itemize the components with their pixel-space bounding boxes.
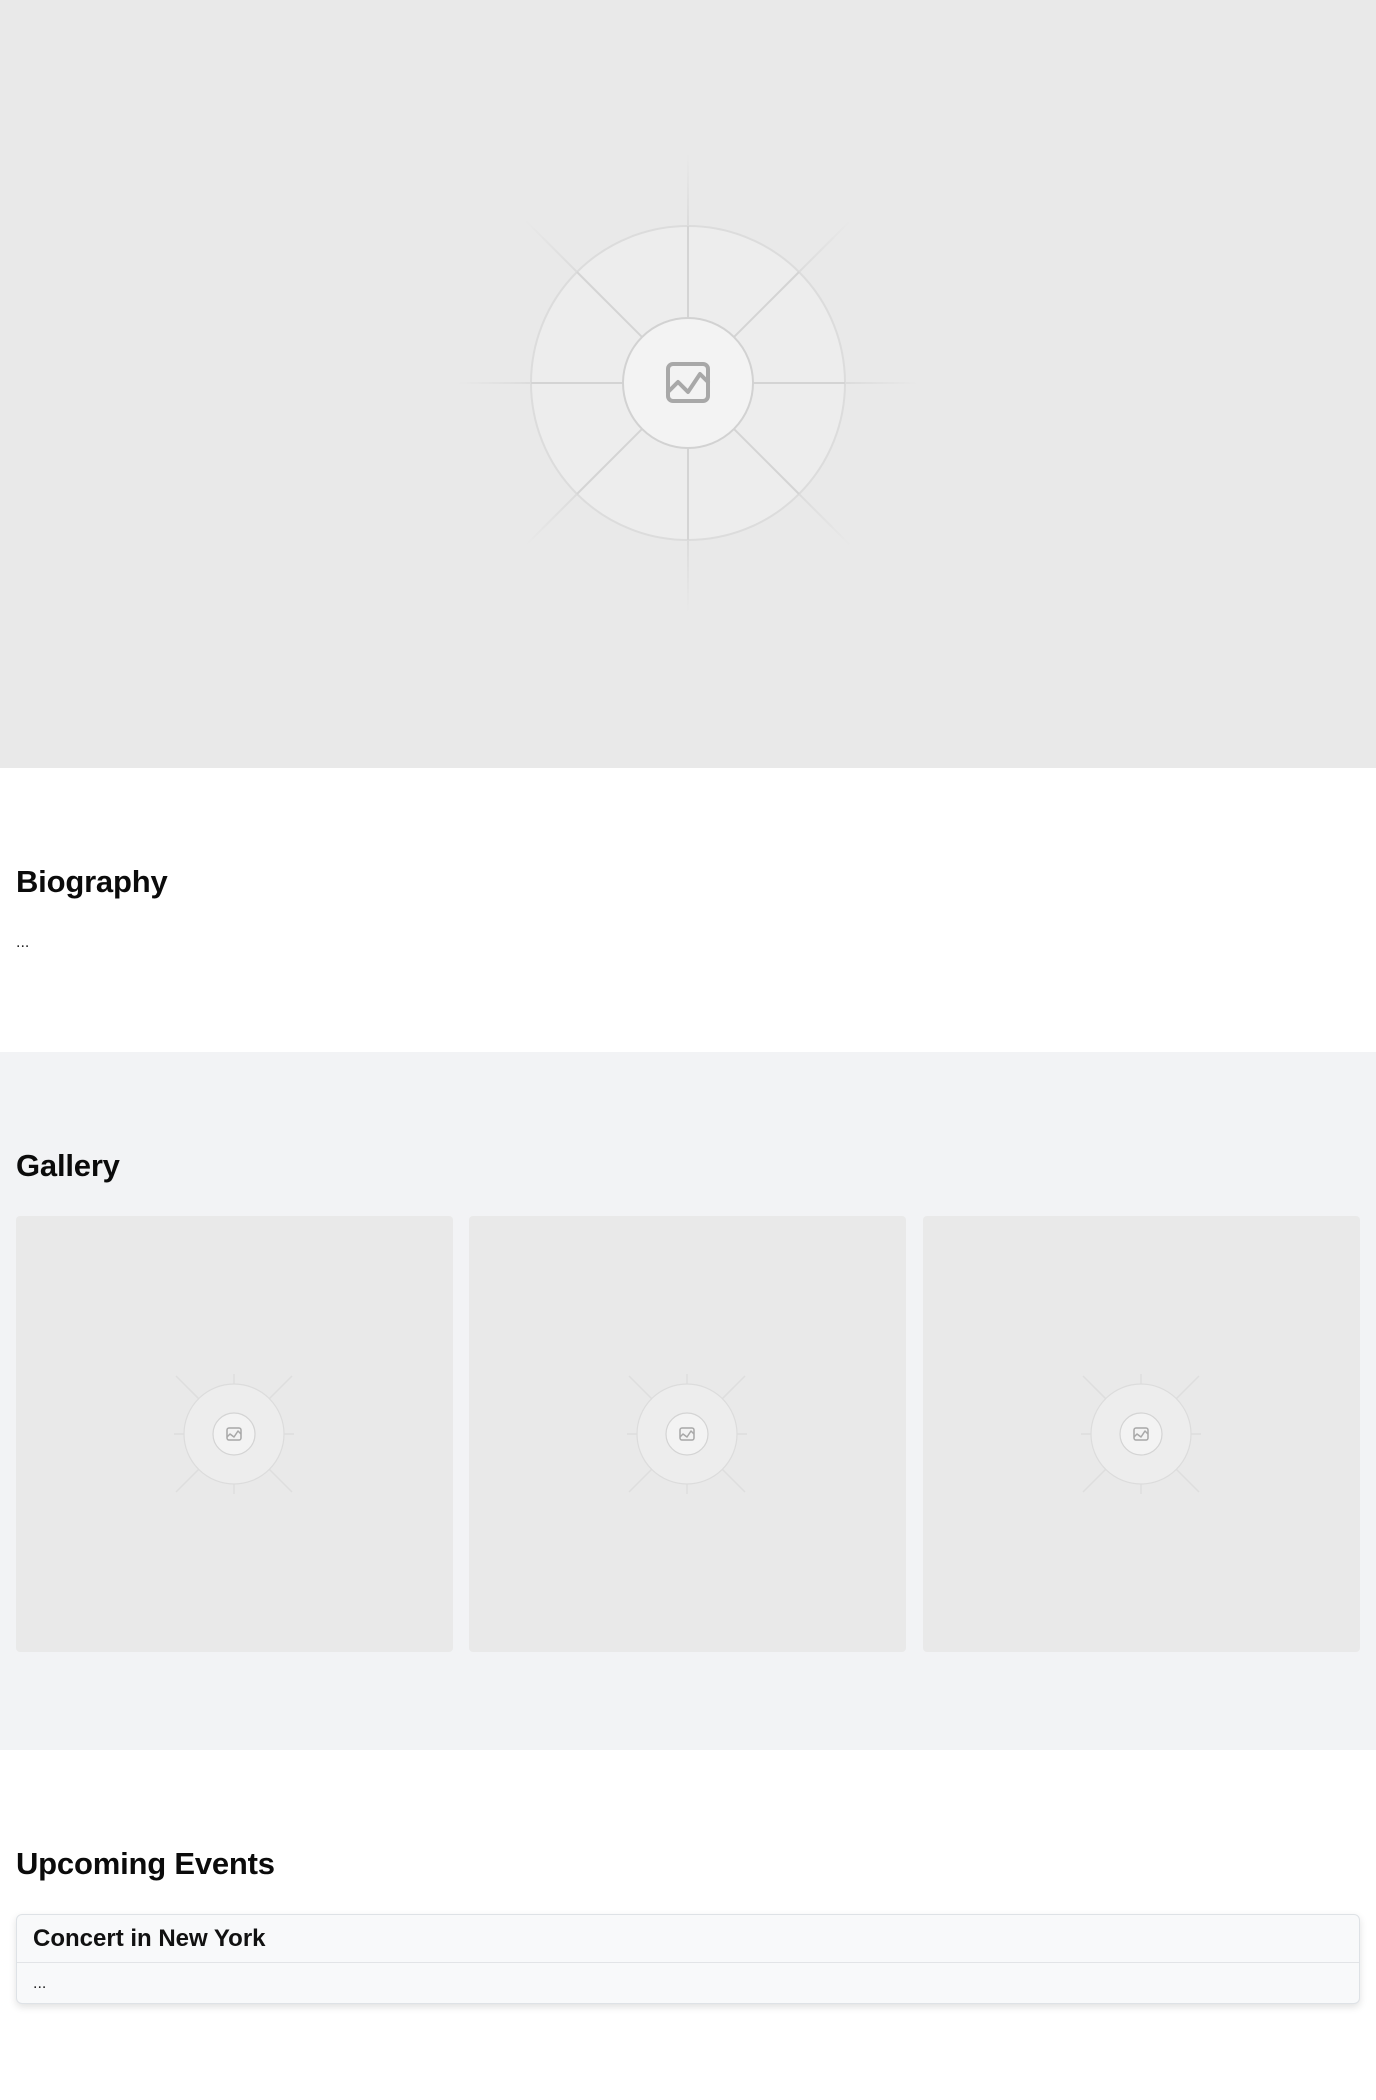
gallery-item[interactable] — [16, 1216, 453, 1652]
gallery-title: Gallery — [16, 1148, 120, 1183]
gallery-item[interactable] — [469, 1216, 906, 1652]
event-card-header: Concert in New York — [17, 1915, 1359, 1963]
events-title: Upcoming Events — [16, 1846, 275, 1881]
biography-section: Biography ... — [0, 768, 1376, 1052]
gallery-placeholder-graphic — [627, 1374, 747, 1494]
hero-image-placeholder — [0, 0, 1376, 768]
gallery-section: Gallery — [0, 1052, 1376, 1750]
event-card[interactable]: Concert in New York ... — [16, 1914, 1360, 2004]
biography-title: Biography — [16, 864, 168, 899]
gallery-grid — [16, 1216, 1360, 1652]
gallery-item[interactable] — [923, 1216, 1360, 1652]
event-title: Concert in New York — [33, 1925, 266, 1952]
events-section: Upcoming Events Concert in New York ... — [0, 1750, 1376, 2100]
event-description: ... — [33, 1975, 47, 1992]
hero-placeholder-graphic — [458, 153, 918, 613]
biography-text: ... — [16, 934, 30, 951]
gallery-placeholder-graphic — [174, 1374, 294, 1494]
gallery-placeholder-graphic — [1081, 1374, 1201, 1494]
